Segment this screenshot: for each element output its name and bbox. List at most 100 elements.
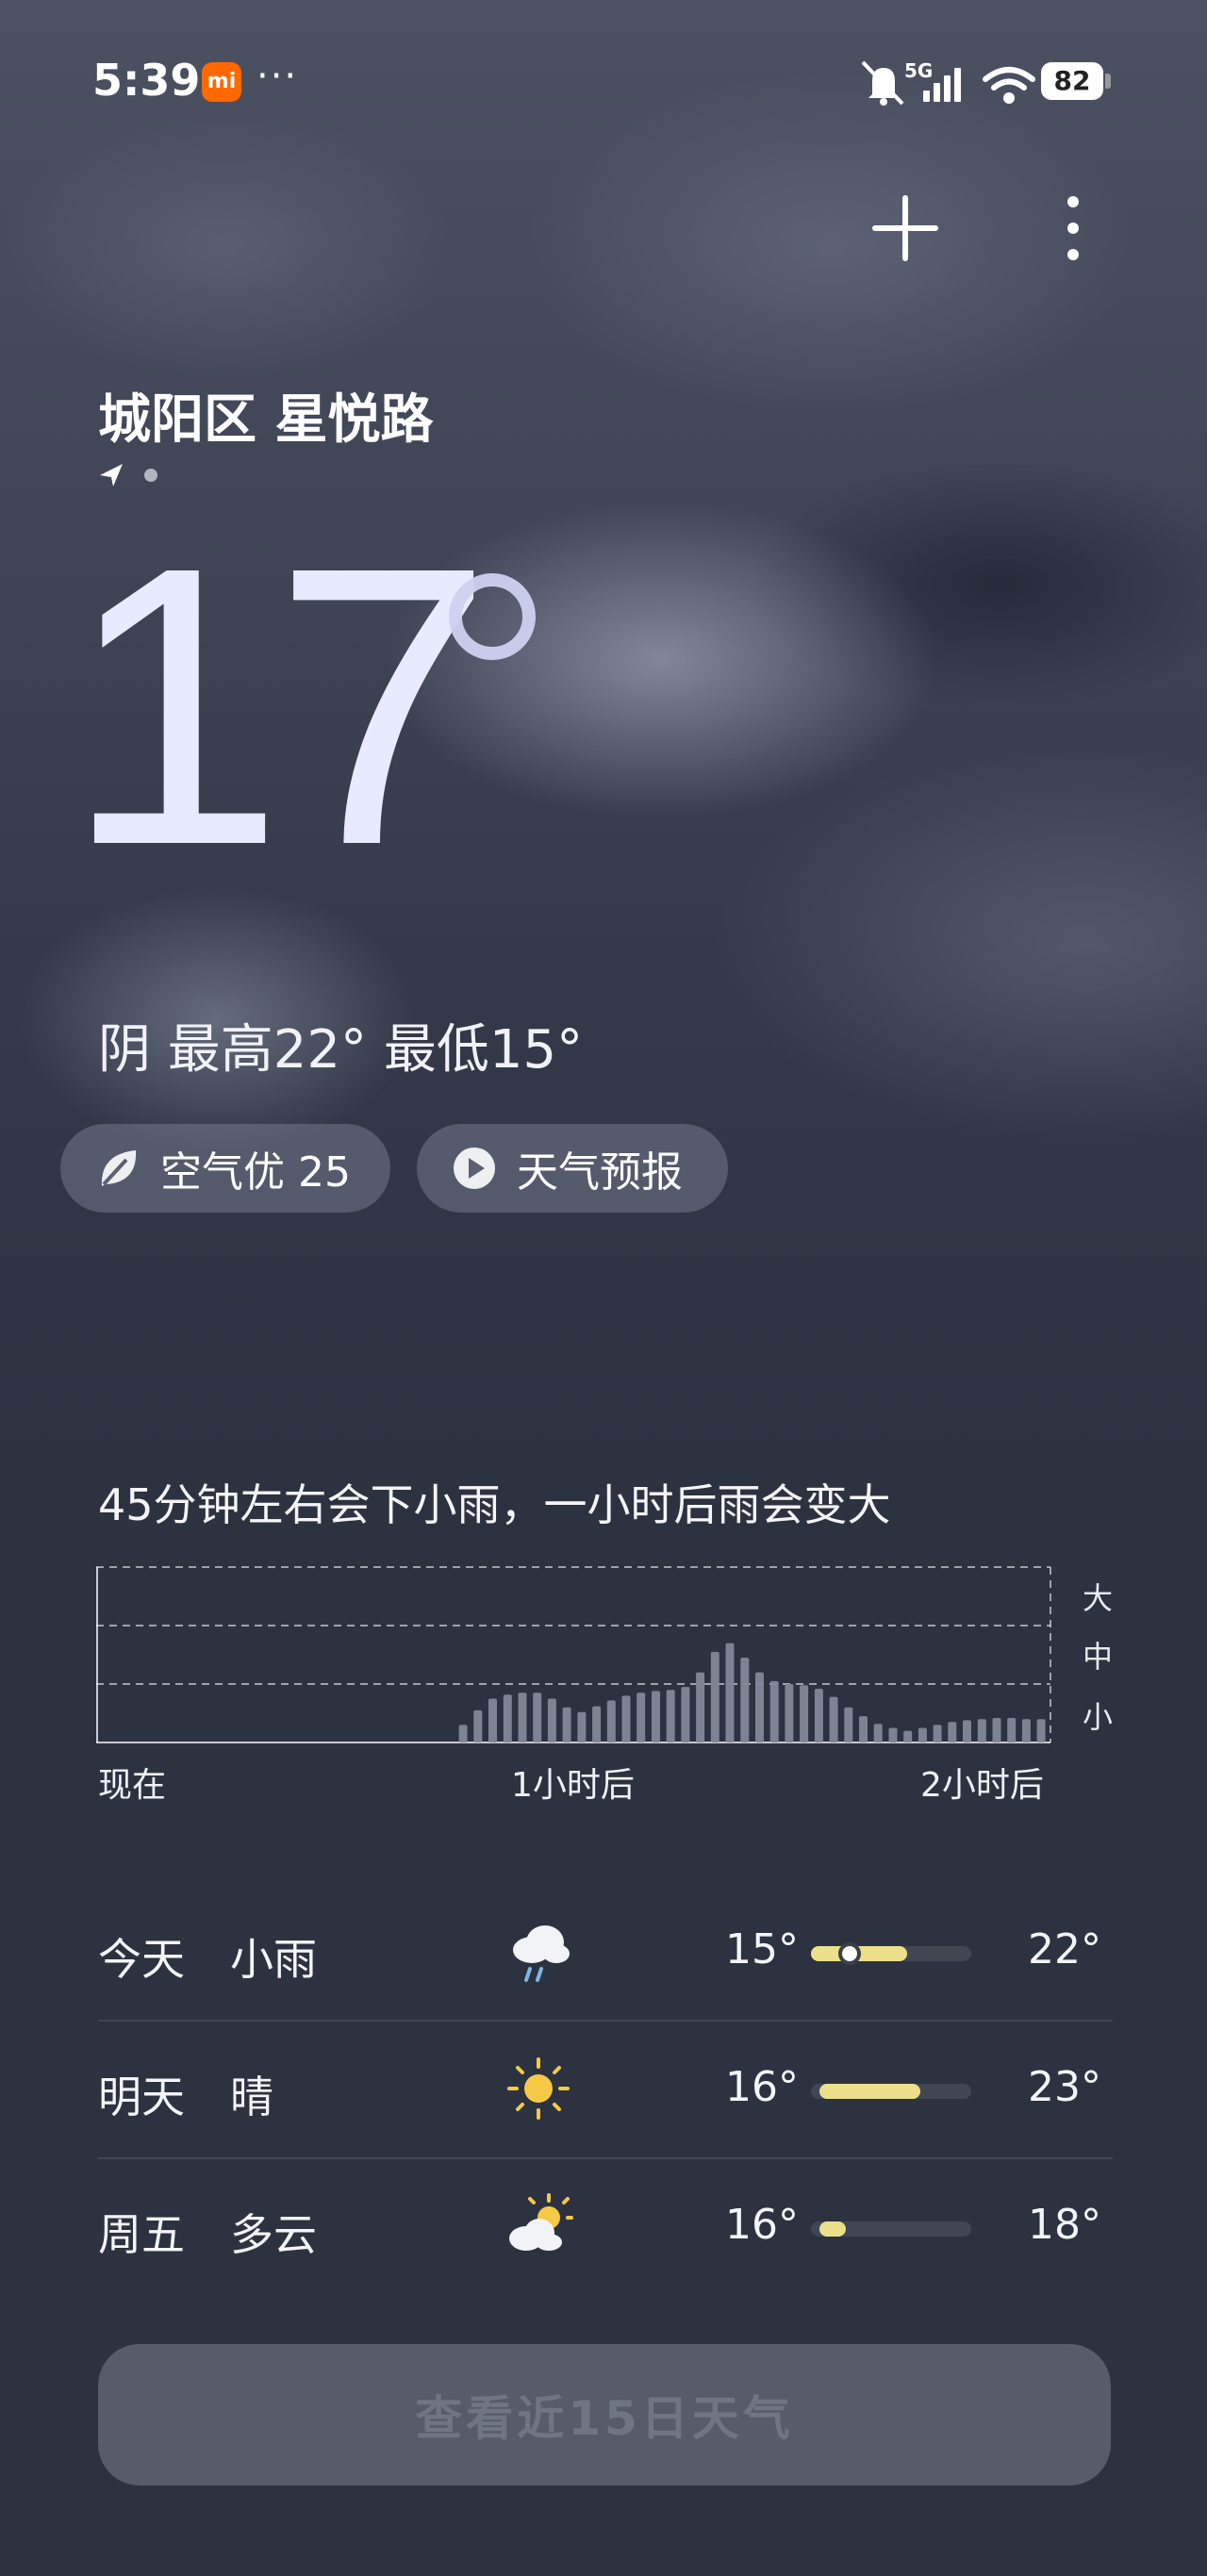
degree-symbol xyxy=(449,573,536,660)
forecast-day: 明天 xyxy=(98,2072,185,2122)
air-quality-label: 空气优 25 xyxy=(160,1148,351,1197)
rain-bar xyxy=(829,1696,838,1742)
location-arrow-icon xyxy=(100,464,123,487)
rain-bar xyxy=(859,1716,868,1742)
chart-grid xyxy=(96,1566,1051,1742)
rain-bar xyxy=(696,1672,705,1742)
x-label-2h: 2小时后 xyxy=(920,1766,1044,1805)
add-city-button[interactable] xyxy=(869,192,941,264)
rain-bar xyxy=(621,1695,631,1742)
forecast-low: 15° xyxy=(725,1925,799,1973)
forecast-day: 周五 xyxy=(98,2209,185,2260)
rain-bar xyxy=(992,1718,1001,1742)
rain-bar xyxy=(592,1706,602,1742)
level-light: 小 xyxy=(1083,1699,1114,1735)
rain-bar xyxy=(1007,1718,1017,1742)
forecast-day: 今天 xyxy=(98,1934,185,1985)
more-menu-button[interactable] xyxy=(1054,192,1092,264)
air-quality-chip[interactable]: 空气优 25 xyxy=(60,1124,390,1213)
rain-bar xyxy=(681,1687,690,1742)
leaf-icon xyxy=(101,1150,137,1186)
rain-bar xyxy=(948,1722,957,1742)
rain-bar xyxy=(918,1727,927,1742)
forecast-high: 18° xyxy=(1028,2201,1101,2249)
rain-bar xyxy=(1021,1719,1031,1742)
location-name: 城阳区 星悦路 xyxy=(98,389,434,451)
rain-bar xyxy=(903,1730,913,1742)
rain-bar xyxy=(769,1680,779,1742)
more-vertical-icon xyxy=(1067,196,1079,260)
forecast-condition: 晴 xyxy=(230,2072,273,2122)
rain-bar xyxy=(785,1684,794,1742)
rain-bar xyxy=(977,1719,986,1742)
rain-bar xyxy=(800,1685,809,1742)
rain-bar xyxy=(725,1643,735,1742)
forecast-video-label: 天气预报 xyxy=(517,1148,683,1197)
forecast-low: 16° xyxy=(725,2201,799,2249)
play-icon xyxy=(454,1148,495,1189)
rain-bar xyxy=(458,1725,468,1742)
rain-bar xyxy=(533,1693,542,1742)
rain-bar xyxy=(488,1698,497,1742)
page-indicator xyxy=(100,464,157,487)
rain-bar xyxy=(873,1724,883,1742)
battery-level: 82 xyxy=(1041,62,1103,100)
rain-bar xyxy=(844,1707,853,1742)
fifteen-day-forecast-button[interactable]: 查看近15日天气 xyxy=(98,2344,1111,2485)
x-label-1h: 1小时后 xyxy=(511,1766,635,1805)
rain-bar xyxy=(963,1720,971,1742)
forecast-row-today[interactable]: 今天 小雨 15° 22° xyxy=(98,1882,1113,2022)
rain-bar xyxy=(562,1707,571,1742)
rain-bar xyxy=(518,1693,527,1742)
rain-bar xyxy=(637,1693,646,1742)
rain-bar xyxy=(740,1658,750,1742)
rain-bar xyxy=(1036,1719,1046,1742)
rain-headline: 45分钟左右会下小雨，一小时后雨会变大 xyxy=(98,1479,891,1530)
rain-bar xyxy=(710,1651,719,1742)
chart-axes xyxy=(96,1567,1050,1743)
status-bar: 5:39 mi ··· 5G 82 xyxy=(0,47,1207,113)
network-type: 5G xyxy=(904,59,933,82)
more-notifications-icon: ··· xyxy=(256,55,299,98)
temp-range-bar xyxy=(811,1942,971,1965)
temp-range-fill xyxy=(818,2221,847,2237)
forecast-high: 23° xyxy=(1028,2063,1101,2111)
forecast-row-tomorrow[interactable]: 明天 晴 16° 23° xyxy=(98,2020,1113,2159)
temp-range-bar xyxy=(811,2084,971,2099)
status-time: 5:39 xyxy=(92,55,201,106)
rain-bar xyxy=(473,1709,483,1742)
current-temp-marker xyxy=(838,1942,862,1965)
wifi-icon xyxy=(983,67,1035,91)
forecast-high: 22° xyxy=(1028,1925,1101,1973)
current-temperature: 17 xyxy=(64,486,493,928)
rain-bar xyxy=(503,1694,512,1742)
temp-range-fill xyxy=(818,2084,920,2099)
mi-app-icon: mi xyxy=(202,62,241,102)
rain-bars xyxy=(458,1643,1046,1742)
sun-icon xyxy=(507,2057,570,2120)
rain-bar xyxy=(547,1698,556,1742)
level-medium: 中 xyxy=(1083,1639,1114,1675)
forecast-condition: 小雨 xyxy=(230,1934,317,1985)
plus-icon xyxy=(872,195,938,261)
forecast-row-friday[interactable]: 周五 多云 16° 18° xyxy=(98,2157,1113,2295)
rain-bar xyxy=(814,1689,823,1742)
level-heavy: 大 xyxy=(1083,1580,1114,1616)
rain-bar xyxy=(577,1711,587,1742)
page-dot xyxy=(144,469,157,482)
x-label-now: 现在 xyxy=(98,1766,167,1805)
rain-bar xyxy=(888,1727,898,1742)
partly-cloudy-icon xyxy=(509,2193,573,2251)
battery-tip xyxy=(1105,74,1111,89)
rain-bar xyxy=(666,1690,675,1742)
temp-range-bar xyxy=(811,2221,971,2237)
weather-page: 5:39 mi ··· 5G 82 城阳区 星悦路 17 阴 最高22° 最低1… xyxy=(0,0,1207,2576)
rain-bar xyxy=(652,1691,660,1742)
rain-cloud-icon xyxy=(513,1925,570,1982)
fifteen-day-forecast-label: 查看近15日天气 xyxy=(415,2391,794,2446)
forecast-video-chip[interactable]: 天气预报 xyxy=(417,1124,728,1213)
rain-bar xyxy=(933,1725,942,1742)
mute-bell-icon xyxy=(861,60,904,106)
rain-bar xyxy=(755,1672,764,1742)
rain-bar xyxy=(606,1700,616,1742)
